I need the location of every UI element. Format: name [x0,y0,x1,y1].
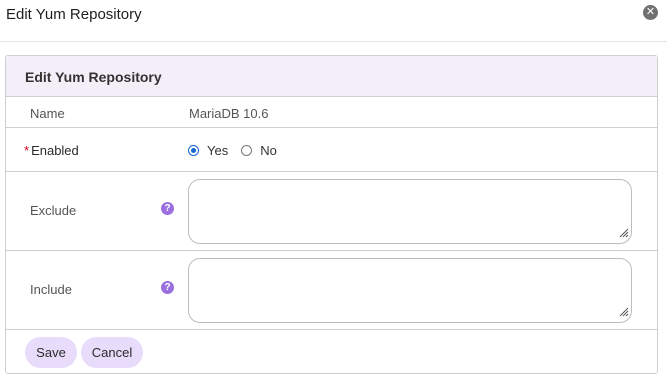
question-circle-icon[interactable]: ? [161,281,174,294]
name-value: MariaDB 10.6 [189,106,269,121]
resize-handle-icon[interactable] [619,228,629,238]
name-row: Name MariaDB 10.6 [6,97,657,128]
save-button[interactable]: Save [25,337,77,368]
required-marker: * [24,143,30,158]
panel-title: Edit Yum Repository [6,56,657,97]
name-label: Name [30,106,65,121]
enabled-no-label[interactable]: No [260,143,277,158]
enabled-label-text: Enabled [31,143,79,158]
include-row: Include ? [6,251,657,330]
dialog-header: Edit Yum Repository ✕ [0,0,667,42]
exclude-textarea[interactable] [188,179,632,244]
include-textarea[interactable] [188,258,632,323]
include-label: Include [30,282,72,297]
question-circle-icon[interactable]: ? [161,202,174,215]
exclude-label: Exclude [30,203,77,218]
enabled-label: * Enabled [24,143,79,158]
edit-repository-panel: Edit Yum Repository Name MariaDB 10.6 * E… [5,55,658,374]
enabled-radio-group: Yes No [188,143,290,158]
cancel-button[interactable]: Cancel [81,337,143,368]
close-icon[interactable]: ✕ [643,5,658,20]
exclude-row: Exclude ? [6,172,657,251]
panel-footer: Save Cancel [6,330,657,374]
resize-handle-icon[interactable] [619,307,629,317]
enabled-no-radio[interactable] [241,145,253,156]
enabled-row: * Enabled Yes No [6,128,657,172]
enabled-yes-label[interactable]: Yes [207,143,228,158]
enabled-yes-radio[interactable] [188,145,199,156]
dialog-title: Edit Yum Repository [6,6,142,23]
